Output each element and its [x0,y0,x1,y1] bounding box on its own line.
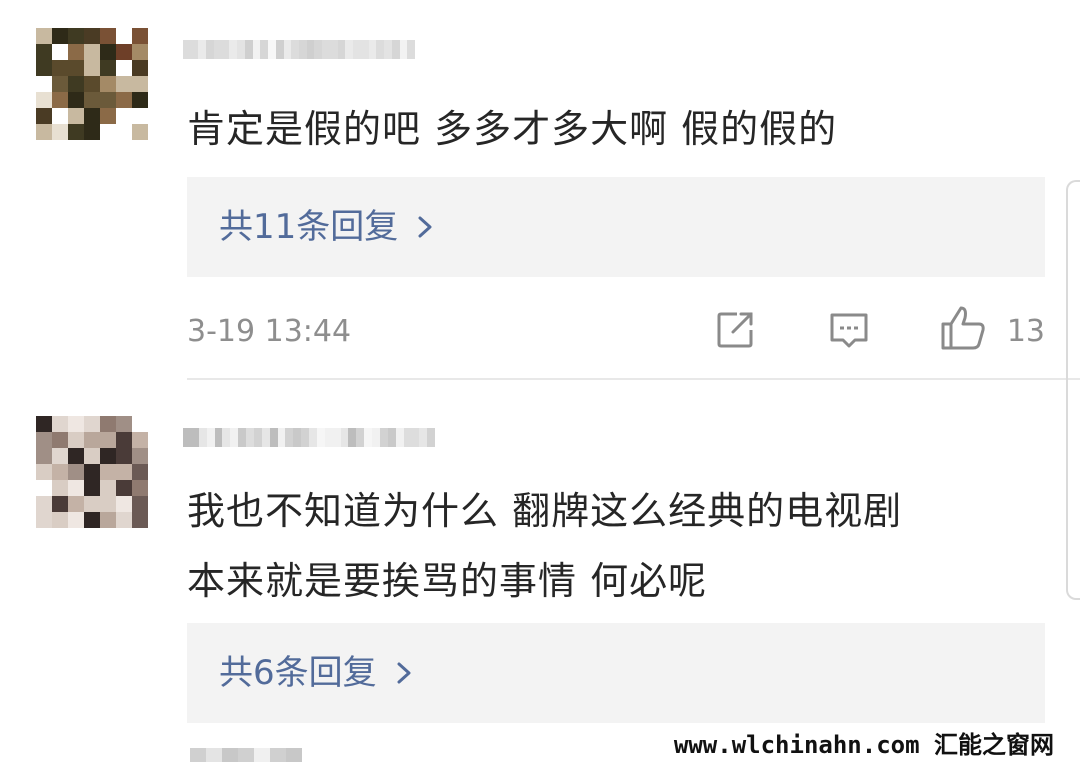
next-comment-peek [190,748,310,762]
chevron-right-icon [397,662,411,684]
chevron-right-icon [418,216,432,238]
username-blurred[interactable] [183,40,415,78]
comment-text: 我也不知道为什么 翻牌这么经典的电视剧 本来就是要挨骂的事情 何必呢 [187,476,902,616]
like-icon[interactable] [939,304,987,352]
replies-label: 共6条回复 [219,653,377,693]
watermark: www.wlchinahn.com 汇能之窗网 [669,730,1058,760]
avatar[interactable] [36,28,148,140]
view-replies-link[interactable]: 共11条回复 [219,203,440,251]
replies-label: 共11条回复 [219,207,399,247]
comment-text-line: 我也不知道为什么 翻牌这么经典的电视剧 [187,489,903,533]
like-count: 13 [1006,314,1045,349]
replies-panel[interactable]: 共6条回复 [187,623,1045,723]
comment-icon[interactable] [827,308,871,352]
comment-text-line: 肯定是假的吧 多多才多大啊 假的假的 [187,107,838,151]
avatar[interactable] [36,416,148,528]
comment-meta: 3-19 13:44 13 [187,302,1045,362]
scroll-edge [1066,180,1080,600]
share-icon[interactable] [713,308,757,352]
timestamp: 3-19 13:44 [187,314,352,349]
replies-panel[interactable]: 共11条回复 [187,177,1045,277]
comment-divider [187,378,1080,380]
comment-text: 肯定是假的吧 多多才多大啊 假的假的 [187,94,837,164]
view-replies-link[interactable]: 共6条回复 [219,649,419,697]
comment-text-line: 本来就是要挨骂的事情 何必呢 [187,559,708,603]
username-blurred[interactable] [183,428,435,466]
